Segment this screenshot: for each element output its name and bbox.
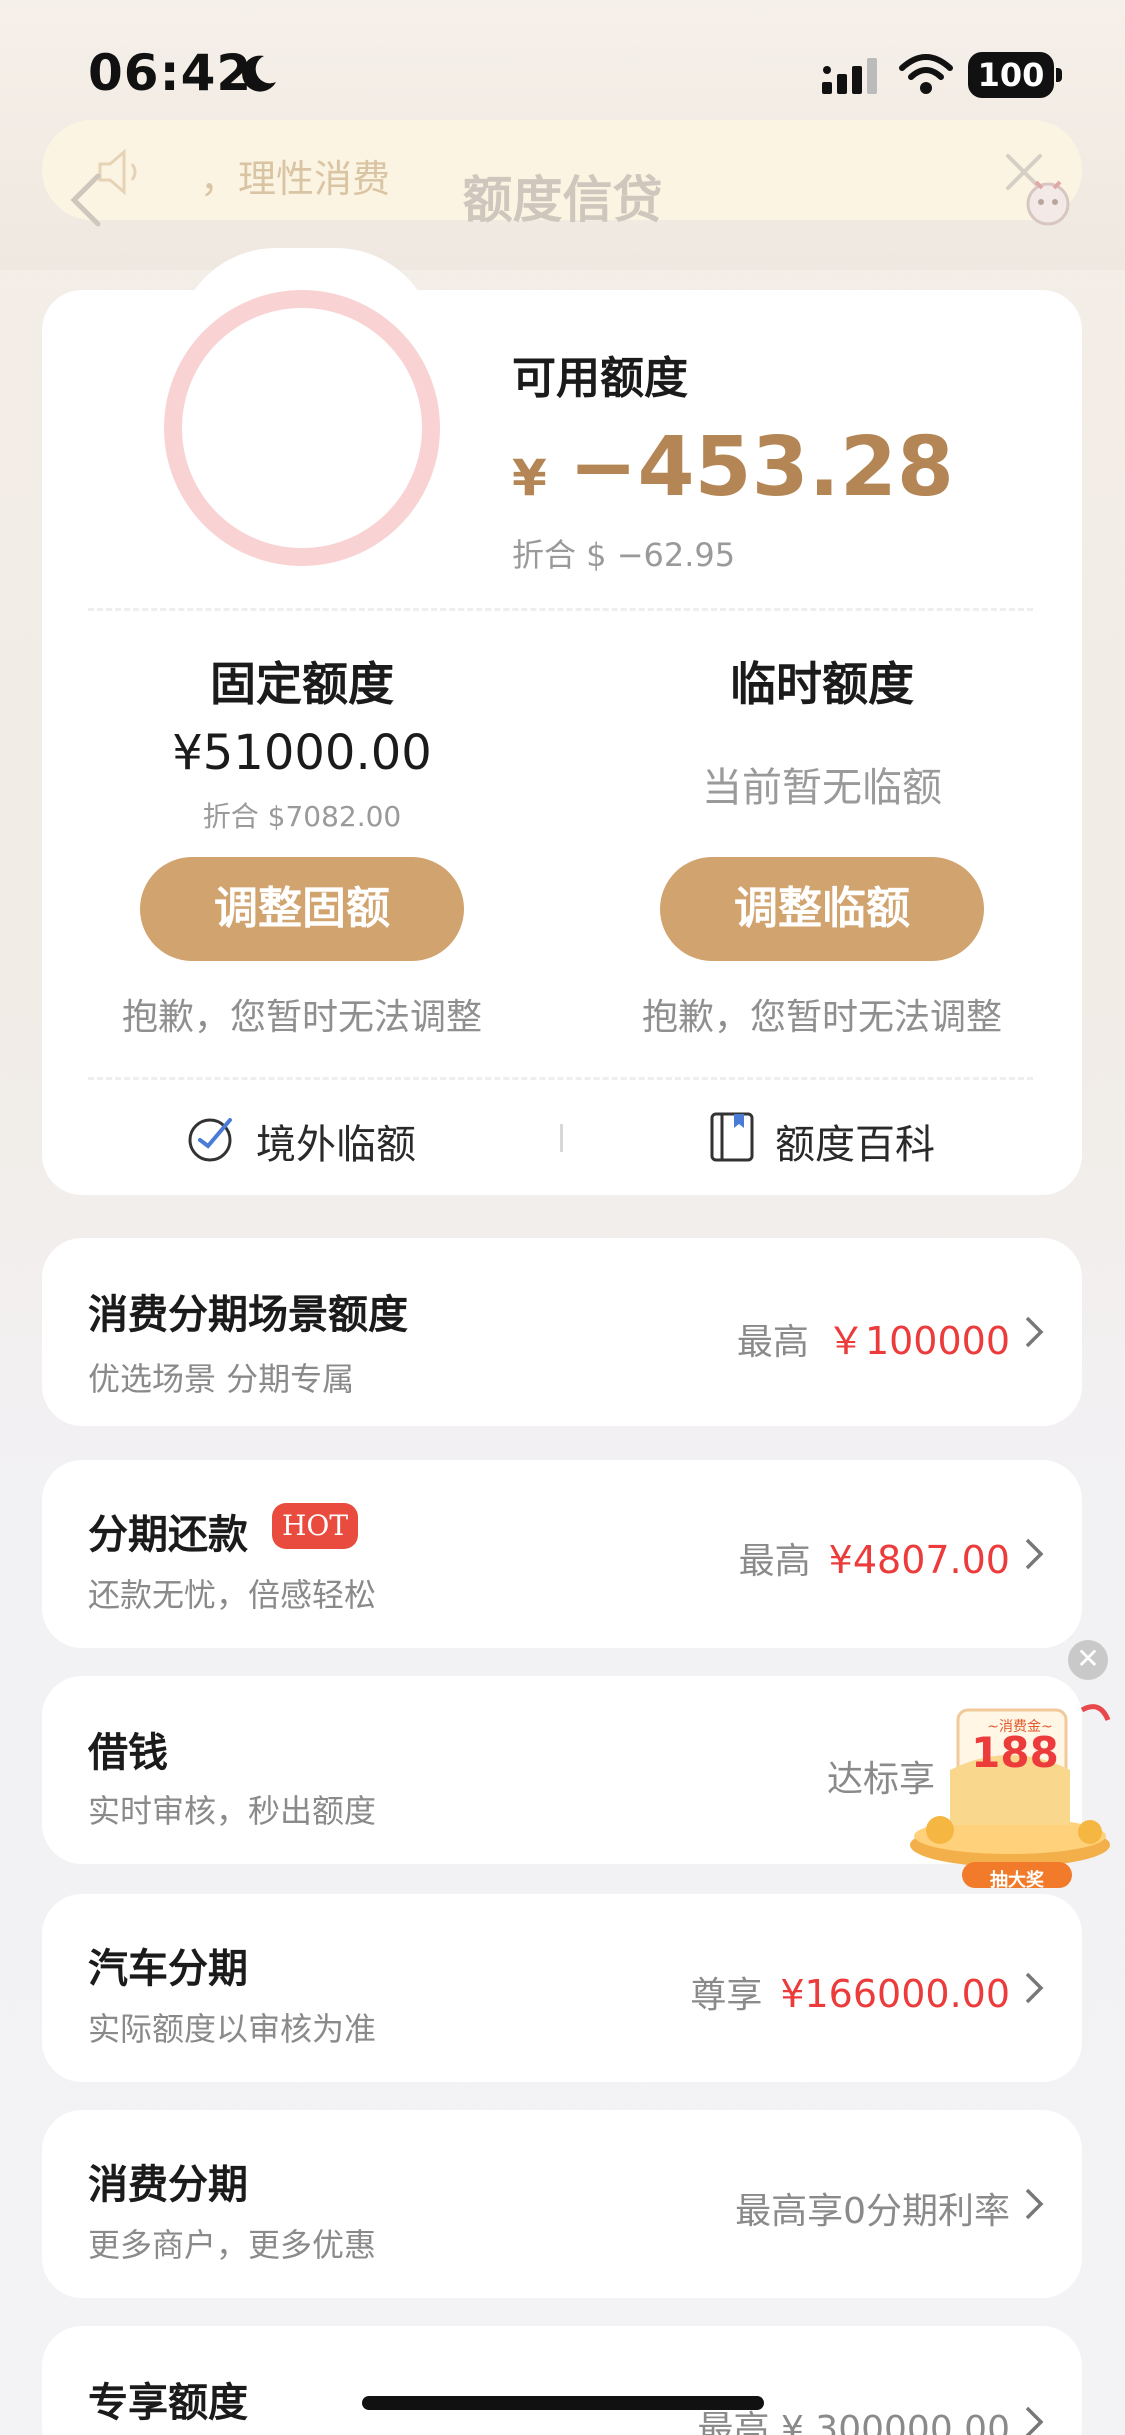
- fixed-adjust-note: 抱歉，您暂时无法调整: [121, 997, 482, 1038]
- chevron-right-icon: [1025, 2406, 1044, 2435]
- row-value: 最高 ￥100000: [737, 1310, 1010, 1365]
- row-title: 分期还款: [88, 1512, 248, 1558]
- moon-icon: [242, 55, 276, 92]
- row-title: 消费分期场景额度: [88, 1292, 408, 1338]
- chevron-right-icon: [1025, 2188, 1044, 2220]
- book-icon[interactable]: [708, 1110, 756, 1164]
- temporary-credit-title: 临时额度: [730, 657, 914, 711]
- fixed-credit-amount: ¥51000.00: [172, 725, 432, 781]
- row-value-amount: ¥4807.00: [828, 1538, 1010, 1582]
- row-subtitle: 实际额度以审核为准: [88, 2010, 377, 2048]
- currency-symbol: ¥: [512, 449, 547, 507]
- row-subtitle: 优选场景 分期专属: [88, 1360, 355, 1398]
- row-title: 汽车分期: [88, 1946, 248, 1992]
- divider: [88, 608, 1033, 611]
- chevron-right-icon: [1025, 1316, 1044, 1348]
- row-subtitle: 还款无忧，倍感轻松: [88, 1576, 377, 1614]
- divider: [88, 1077, 1033, 1080]
- row-value-prefix: 最高: [736, 1322, 809, 1363]
- row-title: 借钱: [88, 1730, 168, 1776]
- row-title: 消费分期: [88, 2162, 248, 2208]
- temporary-adjust-note: 抱歉，您暂时无法调整: [641, 997, 1002, 1038]
- battery-indicator: 100: [968, 52, 1062, 98]
- fixed-credit-title: 固定额度: [210, 657, 394, 711]
- available-credit-usd: 折合 $ −62.95: [512, 536, 736, 574]
- credit-ring-chart: [164, 290, 440, 566]
- available-amount-value: −453.28: [568, 420, 954, 515]
- promo-amount: 188: [971, 1728, 1059, 1777]
- row-value-prefix: 尊享: [690, 1975, 763, 2016]
- row-value-prefix: 最高: [738, 1541, 811, 1582]
- promo-button-label[interactable]: 抽大奖: [962, 1866, 1072, 1892]
- row-value-amount: ¥166000.00: [780, 1972, 1010, 2016]
- wifi-icon: [899, 54, 953, 94]
- available-credit-label: 可用额度: [512, 353, 688, 404]
- credit-encyclopedia-link[interactable]: 额度百科: [775, 1112, 935, 1170]
- signal-icon: [822, 58, 877, 94]
- page-title: 额度信贷: [462, 171, 663, 229]
- status-time: 06:42: [88, 44, 253, 102]
- link-separator: [560, 1124, 563, 1152]
- row-subtitle: 更多商户，更多优惠: [88, 2226, 377, 2264]
- adjust-fixed-button[interactable]: 调整固额: [140, 857, 464, 961]
- fixed-credit-usd: 折合 $7082.00: [202, 800, 402, 833]
- adjust-temporary-button[interactable]: 调整临额: [660, 857, 984, 961]
- chevron-right-icon: [1025, 1538, 1044, 1570]
- available-credit-amount: ¥ −453.28: [512, 420, 954, 515]
- row-value-prefix: 最高享0分期利率: [735, 2191, 1010, 2232]
- back-arrow-icon[interactable]: [64, 170, 108, 230]
- chevron-right-icon: [1025, 1972, 1044, 2004]
- row-value-prefix: 最高 ¥ 300000.00: [697, 2409, 1010, 2435]
- row-subtitle: 实时审核，秒出额度: [88, 1792, 377, 1830]
- hot-badge: HOT: [272, 1503, 358, 1549]
- row-title: 专享额度: [88, 2380, 248, 2426]
- row-value-amount: ￥100000: [826, 1319, 1010, 1363]
- notice-text: ，理性消费: [200, 157, 391, 201]
- temporary-credit-status: 当前暂无临额: [702, 765, 942, 811]
- row-value: 最高 ¥4807.00: [739, 1532, 1010, 1584]
- mascot-icon[interactable]: [1018, 172, 1078, 228]
- overseas-credit-icon[interactable]: [186, 1112, 238, 1164]
- row-value: 尊享 ¥166000.00: [690, 1966, 1010, 2018]
- row-value: 最高享0分期利率: [735, 2182, 1010, 2234]
- overseas-credit-link[interactable]: 境外临额: [256, 1112, 416, 1170]
- home-indicator[interactable]: [362, 2396, 764, 2410]
